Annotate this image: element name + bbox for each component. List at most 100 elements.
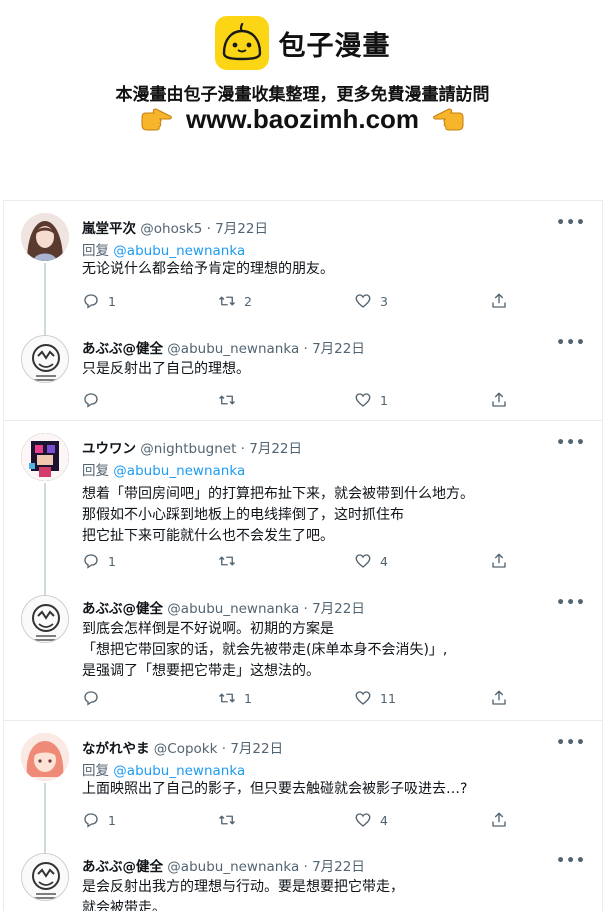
- promo-banner: 包子漫畫 本漫畫由包子漫畫收集整理，更多免費漫畫請訪問 www.baozimh.…: [0, 0, 605, 190]
- share-button[interactable]: [490, 292, 508, 310]
- retweet-icon: [219, 693, 235, 703]
- reply-handle-link[interactable]: @abubu_newnanka: [113, 763, 245, 779]
- avatar[interactable]: [21, 213, 69, 261]
- more-horizontal-icon[interactable]: •••: [556, 595, 586, 611]
- display-name[interactable]: あぶぶ@健全: [82, 341, 163, 357]
- share-button[interactable]: [490, 811, 508, 829]
- tweet-header: 嵐堂平次 @ohosk5 · 7月22日: [82, 217, 268, 237]
- heart-icon: [355, 554, 371, 568]
- logo-row: 包子漫畫: [0, 16, 605, 70]
- reply-count: 1: [108, 553, 116, 569]
- retweet-button[interactable]: [218, 391, 244, 409]
- handle-and-date[interactable]: @abubu_newnanka · 7月22日: [167, 341, 365, 357]
- pointing-left-hand-icon: [433, 107, 464, 130]
- tweet-text: 只是反射出了自己的理想。: [82, 361, 250, 377]
- like-button[interactable]: 1: [354, 391, 388, 409]
- site-url-link[interactable]: www.baozimh.com: [186, 104, 419, 135]
- tweet-header: ユウワン @nightbugnet · 7月22日: [82, 437, 302, 457]
- replying-to: 回复 @abubu_newnanka: [82, 239, 245, 259]
- handle-and-date[interactable]: @abubu_newnanka · 7月22日: [167, 859, 365, 875]
- display-name[interactable]: 嵐堂平次: [82, 221, 136, 237]
- display-name[interactable]: あぶぶ@健全: [82, 859, 163, 875]
- avatar[interactable]: [21, 853, 69, 901]
- heart-icon: [355, 813, 371, 827]
- share-icon: [492, 812, 506, 827]
- like-count: 3: [380, 293, 388, 309]
- share-button[interactable]: [490, 689, 508, 707]
- tweet-header: ながれやま @Copokk · 7月22日: [82, 737, 283, 757]
- display-name[interactable]: あぶぶ@健全: [82, 601, 163, 617]
- reply-prefix: 回复: [82, 243, 114, 259]
- share-icon: [492, 293, 506, 308]
- like-count: 11: [380, 690, 396, 706]
- retweet-button[interactable]: [218, 811, 244, 829]
- more-horizontal-icon[interactable]: •••: [556, 853, 586, 869]
- reply-button[interactable]: 1: [82, 811, 116, 829]
- share-button[interactable]: [490, 391, 508, 409]
- tweet-item[interactable]: あぶぶ@健全 @abubu_newnanka · 7月22日 ••• 是会反射出…: [4, 839, 602, 911]
- replying-to: 回复 @abubu_newnanka: [82, 459, 245, 479]
- tweet-text: 无论说什么都会给予肯定的理想的朋友。: [82, 261, 334, 277]
- like-button[interactable]: 4: [354, 552, 388, 570]
- url-row: www.baozimh.com: [0, 104, 605, 135]
- reply-prefix: 回复: [82, 763, 114, 779]
- display-name[interactable]: ながれやま: [82, 741, 150, 757]
- handle-and-date[interactable]: @nightbugnet · 7月22日: [140, 441, 302, 457]
- tweet-item[interactable]: ながれやま @Copokk · 7月22日 ••• 回复 @abubu_newn…: [4, 721, 602, 839]
- retweet-button[interactable]: 2: [218, 292, 252, 310]
- action-bar: 1 4: [82, 552, 512, 572]
- reply-count: 1: [108, 293, 116, 309]
- tweet-feed: 嵐堂平次 @ohosk5 · 7月22日 ••• 回复 @abubu_newna…: [3, 200, 603, 911]
- handle-and-date[interactable]: @abubu_newnanka · 7月22日: [167, 601, 365, 617]
- tweet-text: 到底会怎样倒是不好说啊。初期的方案是 「想把它带回家的话，就会先被带走(床单本身…: [82, 621, 448, 679]
- reply-icon: [84, 691, 98, 706]
- like-button[interactable]: 11: [354, 689, 396, 707]
- baozi-logo-icon[interactable]: [214, 16, 269, 70]
- reply-icon: [84, 813, 98, 828]
- avatar[interactable]: [21, 595, 69, 643]
- handle-and-date[interactable]: @Copokk · 7月22日: [154, 741, 283, 757]
- retweet-icon: [219, 395, 235, 405]
- reply-button[interactable]: 1: [82, 552, 116, 570]
- reply-prefix: 回复: [82, 463, 114, 479]
- reply-button[interactable]: [82, 391, 108, 409]
- banner-slogan: 本漫畫由包子漫畫收集整理，更多免費漫畫請訪問: [115, 85, 490, 105]
- retweet-icon: [219, 296, 235, 306]
- action-bar: 1 4: [82, 811, 512, 831]
- share-icon: [492, 392, 506, 407]
- tweet-header: あぶぶ@健全 @abubu_newnanka · 7月22日: [82, 855, 365, 875]
- reply-button[interactable]: [82, 689, 108, 707]
- reply-icon: [84, 554, 98, 569]
- display-name[interactable]: ユウワン: [82, 441, 136, 457]
- retweet-button[interactable]: 1: [218, 689, 252, 707]
- reply-handle-link[interactable]: @abubu_newnanka: [113, 463, 245, 479]
- reply-icon: [84, 294, 98, 309]
- reply-icon: [84, 393, 98, 408]
- retweet-count: 1: [244, 690, 252, 706]
- replying-to: 回复 @abubu_newnanka: [82, 759, 245, 779]
- tweet-item[interactable]: 嵐堂平次 @ohosk5 · 7月22日 ••• 回复 @abubu_newna…: [4, 201, 602, 321]
- action-bar: 1 11: [82, 689, 512, 709]
- avatar[interactable]: [21, 733, 69, 781]
- tweet-item[interactable]: あぶぶ@健全 @abubu_newnanka · 7月22日 ••• 只是反射出…: [4, 321, 602, 419]
- tweet-header: あぶぶ@健全 @abubu_newnanka · 7月22日: [82, 597, 365, 617]
- avatar[interactable]: [21, 335, 69, 383]
- reply-handle-link[interactable]: @abubu_newnanka: [113, 243, 245, 259]
- like-button[interactable]: 3: [354, 292, 388, 310]
- tweet-item[interactable]: ユウワン @nightbugnet · 7月22日 ••• 回复 @abubu_…: [4, 421, 602, 581]
- more-horizontal-icon[interactable]: •••: [556, 435, 586, 451]
- like-count: 4: [380, 812, 388, 828]
- more-horizontal-icon[interactable]: •••: [556, 335, 586, 351]
- more-horizontal-icon[interactable]: •••: [556, 215, 586, 231]
- retweet-button[interactable]: [218, 552, 244, 570]
- like-button[interactable]: 4: [354, 811, 388, 829]
- more-horizontal-icon[interactable]: •••: [556, 735, 586, 751]
- reply-button[interactable]: 1: [82, 292, 116, 310]
- share-button[interactable]: [490, 552, 508, 570]
- action-bar: 1 2 3: [82, 292, 512, 312]
- site-name[interactable]: 包子漫畫: [279, 24, 391, 63]
- avatar[interactable]: [21, 433, 69, 481]
- action-bar: 1: [82, 391, 512, 411]
- handle-and-date[interactable]: @ohosk5 · 7月22日: [140, 221, 268, 237]
- tweet-item[interactable]: あぶぶ@健全 @abubu_newnanka · 7月22日 ••• 到底会怎样…: [4, 581, 602, 719]
